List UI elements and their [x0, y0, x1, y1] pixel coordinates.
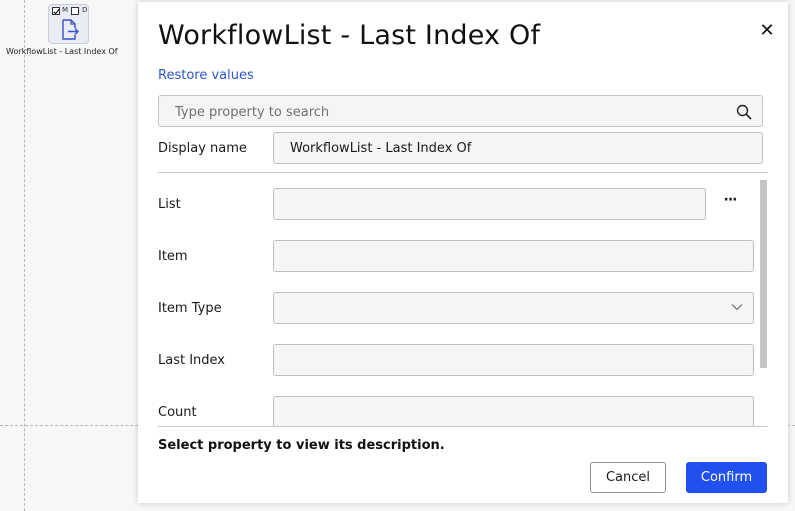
node-checkbox-d-label: D — [82, 6, 88, 14]
properties-scroll-area[interactable]: List Item Item Type Last Index Count — [138, 174, 788, 426]
canvas-guide-vertical — [24, 0, 25, 511]
display-name-value: WorkflowList - Last Index Of — [290, 141, 472, 156]
scrollbar-thumb[interactable] — [760, 180, 767, 368]
close-icon[interactable]: ✕ — [757, 21, 777, 41]
item-field[interactable] — [273, 240, 754, 272]
search-input[interactable] — [175, 102, 715, 122]
property-description: Select property to view its description. — [158, 438, 445, 453]
count-field[interactable] — [273, 396, 754, 426]
confirm-button[interactable]: Confirm — [686, 462, 767, 493]
property-label-item-type: Item Type — [158, 301, 222, 316]
property-label-count: Count — [158, 405, 197, 420]
node-checkbox-m-label: M — [62, 6, 69, 14]
document-export-icon — [62, 19, 79, 40]
cancel-button[interactable]: Cancel — [590, 462, 666, 493]
last-index-field[interactable] — [273, 344, 754, 376]
display-name-label: Display name — [158, 141, 247, 156]
list-ellipsis-button[interactable]: ··· — [719, 193, 741, 209]
chevron-down-icon — [731, 304, 743, 311]
property-search[interactable] — [158, 95, 763, 127]
list-field[interactable] — [273, 188, 706, 220]
display-name-field[interactable]: WorkflowList - Last Index Of — [273, 132, 763, 164]
workflow-node[interactable]: M D — [48, 4, 89, 44]
property-label-list: List — [158, 197, 181, 212]
item-type-dropdown[interactable] — [273, 292, 754, 324]
description-divider — [158, 426, 768, 427]
search-icon[interactable] — [736, 104, 752, 120]
dialog-title: WorkflowList - Last Index Of — [158, 20, 541, 51]
section-divider — [158, 172, 768, 173]
node-checkbox-d[interactable] — [71, 7, 79, 15]
property-label-last-index: Last Index — [158, 353, 225, 368]
node-checkbox-m[interactable] — [52, 7, 60, 15]
property-label-item: Item — [158, 249, 188, 264]
properties-dialog: WorkflowList - Last Index Of ✕ Restore v… — [138, 2, 788, 503]
restore-values-link[interactable]: Restore values — [158, 68, 254, 83]
node-caption: WorkflowList - Last Index Of — [6, 47, 118, 56]
